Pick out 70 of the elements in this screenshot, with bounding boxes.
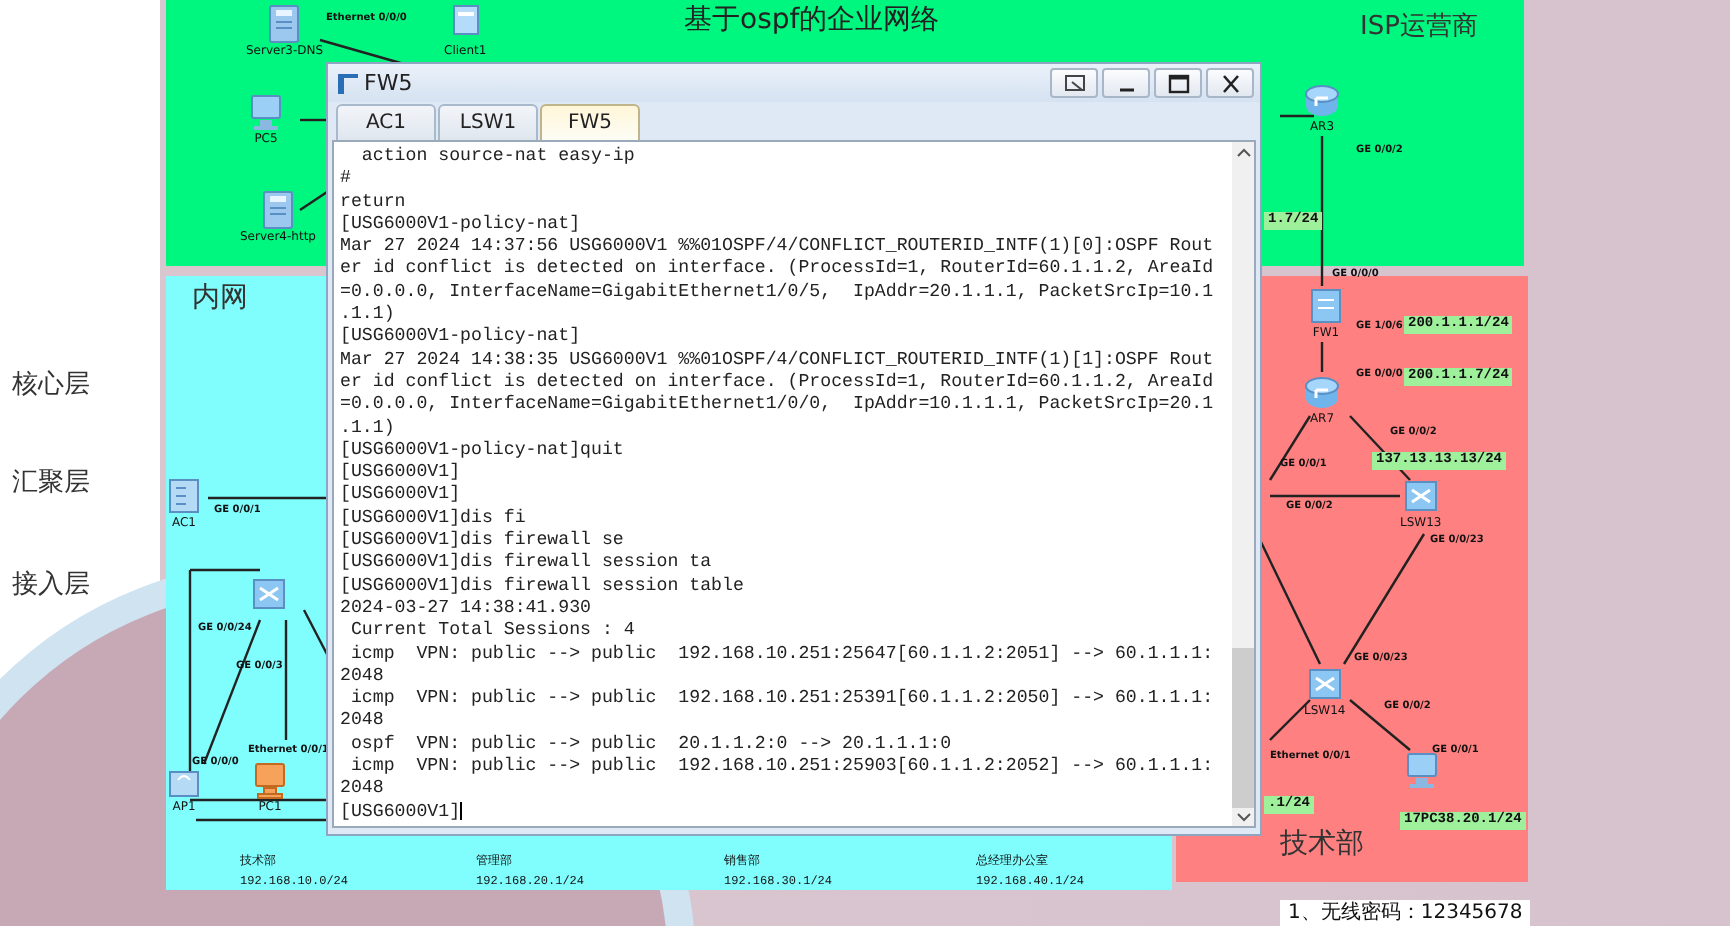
terminal-line: [USG6000V1]dis firewall se xyxy=(340,528,626,551)
terminal-line: [USG6000V1]dis firewall session ta xyxy=(340,550,714,574)
terminal-line: [USG6000V1]dis firewall session table xyxy=(340,573,746,596)
terminal-line: ospf VPN: public --> public 20.1.1.2:0 --> 20.1.1.1:0 xyxy=(348,731,954,755)
terminal-line: Current Total Sessions : 4 xyxy=(348,618,637,642)
layer-label: 核心层 xyxy=(12,366,90,402)
terminal-line: icmp VPN: public --> public 192.168.10.251:25903[60.1.1.2:2052] --> 60.1.1.1: xyxy=(348,754,1216,777)
terminal-line: [USG6000V1] xyxy=(340,460,463,483)
server-icon[interactable] xyxy=(259,190,296,230)
switch-icon[interactable] xyxy=(1402,476,1439,516)
connector-line xyxy=(284,620,288,740)
controller-icon[interactable] xyxy=(166,476,202,516)
scrollbar[interactable] xyxy=(1232,142,1254,826)
tab[interactable]: LSW1 xyxy=(438,104,538,140)
terminal-line: Mar 27 2024 14:38:35 USG6000V1 %%01OSPF/4/CONFLICT_ROUTERID_INTF(1)[1]:OSPF Rout xyxy=(340,347,1216,370)
layer-label: 汇聚层 xyxy=(12,464,90,500)
switch-icon[interactable] xyxy=(1306,664,1343,704)
tab[interactable]: AC1 xyxy=(336,104,436,140)
connector-line xyxy=(190,798,326,802)
terminal-line: =0.0.0.0, InterfaceName=GigabitEthernet1/0/5, IpAddr=20.1.1.1, PacketSrcIp=10.1 xyxy=(340,279,1216,303)
zone-label: 内网 xyxy=(192,280,248,316)
text-cursor xyxy=(460,801,463,820)
layer-label: 接入层 xyxy=(12,566,90,602)
terminal-line: 2048 xyxy=(340,776,386,800)
router-icon[interactable] xyxy=(1304,80,1340,120)
terminal-line: [USG6000V1-policy-nat] xyxy=(340,211,583,235)
server-icon[interactable] xyxy=(266,4,303,44)
app-icon xyxy=(338,73,358,93)
connector-line xyxy=(196,818,326,822)
firewall-icon[interactable] xyxy=(1308,286,1344,326)
diagram-title: 基于ospf的企业网络 xyxy=(684,2,940,38)
terminal-line: 2048 xyxy=(340,663,386,687)
connector-line xyxy=(1342,533,1426,665)
window-title: FW5 xyxy=(364,70,415,96)
terminal-line: icmp VPN: public --> public 192.168.10.251:25647[60.1.1.2:2051] --> 60.1.1.1: xyxy=(348,641,1216,664)
connector-line xyxy=(1280,114,1314,118)
connector-line xyxy=(208,496,326,500)
terminal-line: 2024-03-27 14:38:41.930 xyxy=(340,595,594,619)
terminal-line: return xyxy=(340,189,408,212)
note-text: 1、无线密码：12345678 xyxy=(1280,900,1531,926)
terminal-line: action source-nat easy-ip xyxy=(359,144,637,167)
connector-line xyxy=(1270,494,1400,498)
terminal-line: icmp VPN: public --> public 192.168.10.251:25391[60.1.1.2:2050] --> 60.1.1.1: xyxy=(348,686,1216,709)
terminal-line: er id conflict is detected on interface. (ProcessId=1, RouterId=60.1.1.2, AreaId xyxy=(340,256,1216,280)
connector-line xyxy=(1258,539,1322,665)
terminal-line: [USG6000V1]dis fi xyxy=(340,505,528,529)
computer-icon[interactable] xyxy=(252,760,288,800)
zone-label: ISP运营商 xyxy=(1360,10,1478,44)
terminal-line: .1.1) xyxy=(340,302,397,325)
maximize-icon[interactable] xyxy=(1163,69,1193,97)
terminal-line: Mar 27 2024 14:37:56 USG6000V1 %%01OSPF/4/CONFLICT_ROUTERID_INTF(1)[0]:OSPF Rout xyxy=(340,234,1216,257)
terminal-line: [USG6000V1-policy-nat]quit xyxy=(340,437,626,461)
connector-line xyxy=(299,189,331,211)
terminal-line: 2048 xyxy=(340,708,386,732)
connector-line xyxy=(1320,342,1324,372)
tab[interactable]: FW5 xyxy=(540,104,640,140)
terminal-line: =0.0.0.0, InterfaceName=GigabitEthernet1/0/0, IpAddr=10.1.1.1, PacketSrcIp=20.1 xyxy=(340,392,1216,416)
connector-line xyxy=(300,118,330,122)
switch-icon[interactable] xyxy=(250,574,286,614)
terminal-line: [USG6000V1] xyxy=(340,799,465,822)
terminal-line: er id conflict is detected on interface. (ProcessId=1, RouterId=60.1.1.2, AreaId xyxy=(340,369,1216,393)
zone-label: 技术部 xyxy=(1280,826,1364,862)
router-icon[interactable] xyxy=(1304,372,1340,412)
terminal-line: # xyxy=(340,166,353,190)
terminal-line: .1.1) xyxy=(340,415,397,438)
terminal-line: [USG6000V1] xyxy=(340,482,463,506)
restore-icon[interactable] xyxy=(1059,69,1089,97)
scroll-down-icon[interactable] xyxy=(1232,808,1254,826)
scrollbar-thumb[interactable] xyxy=(1232,648,1254,808)
terminal-line: [USG6000V1-policy-nat] xyxy=(340,324,583,348)
